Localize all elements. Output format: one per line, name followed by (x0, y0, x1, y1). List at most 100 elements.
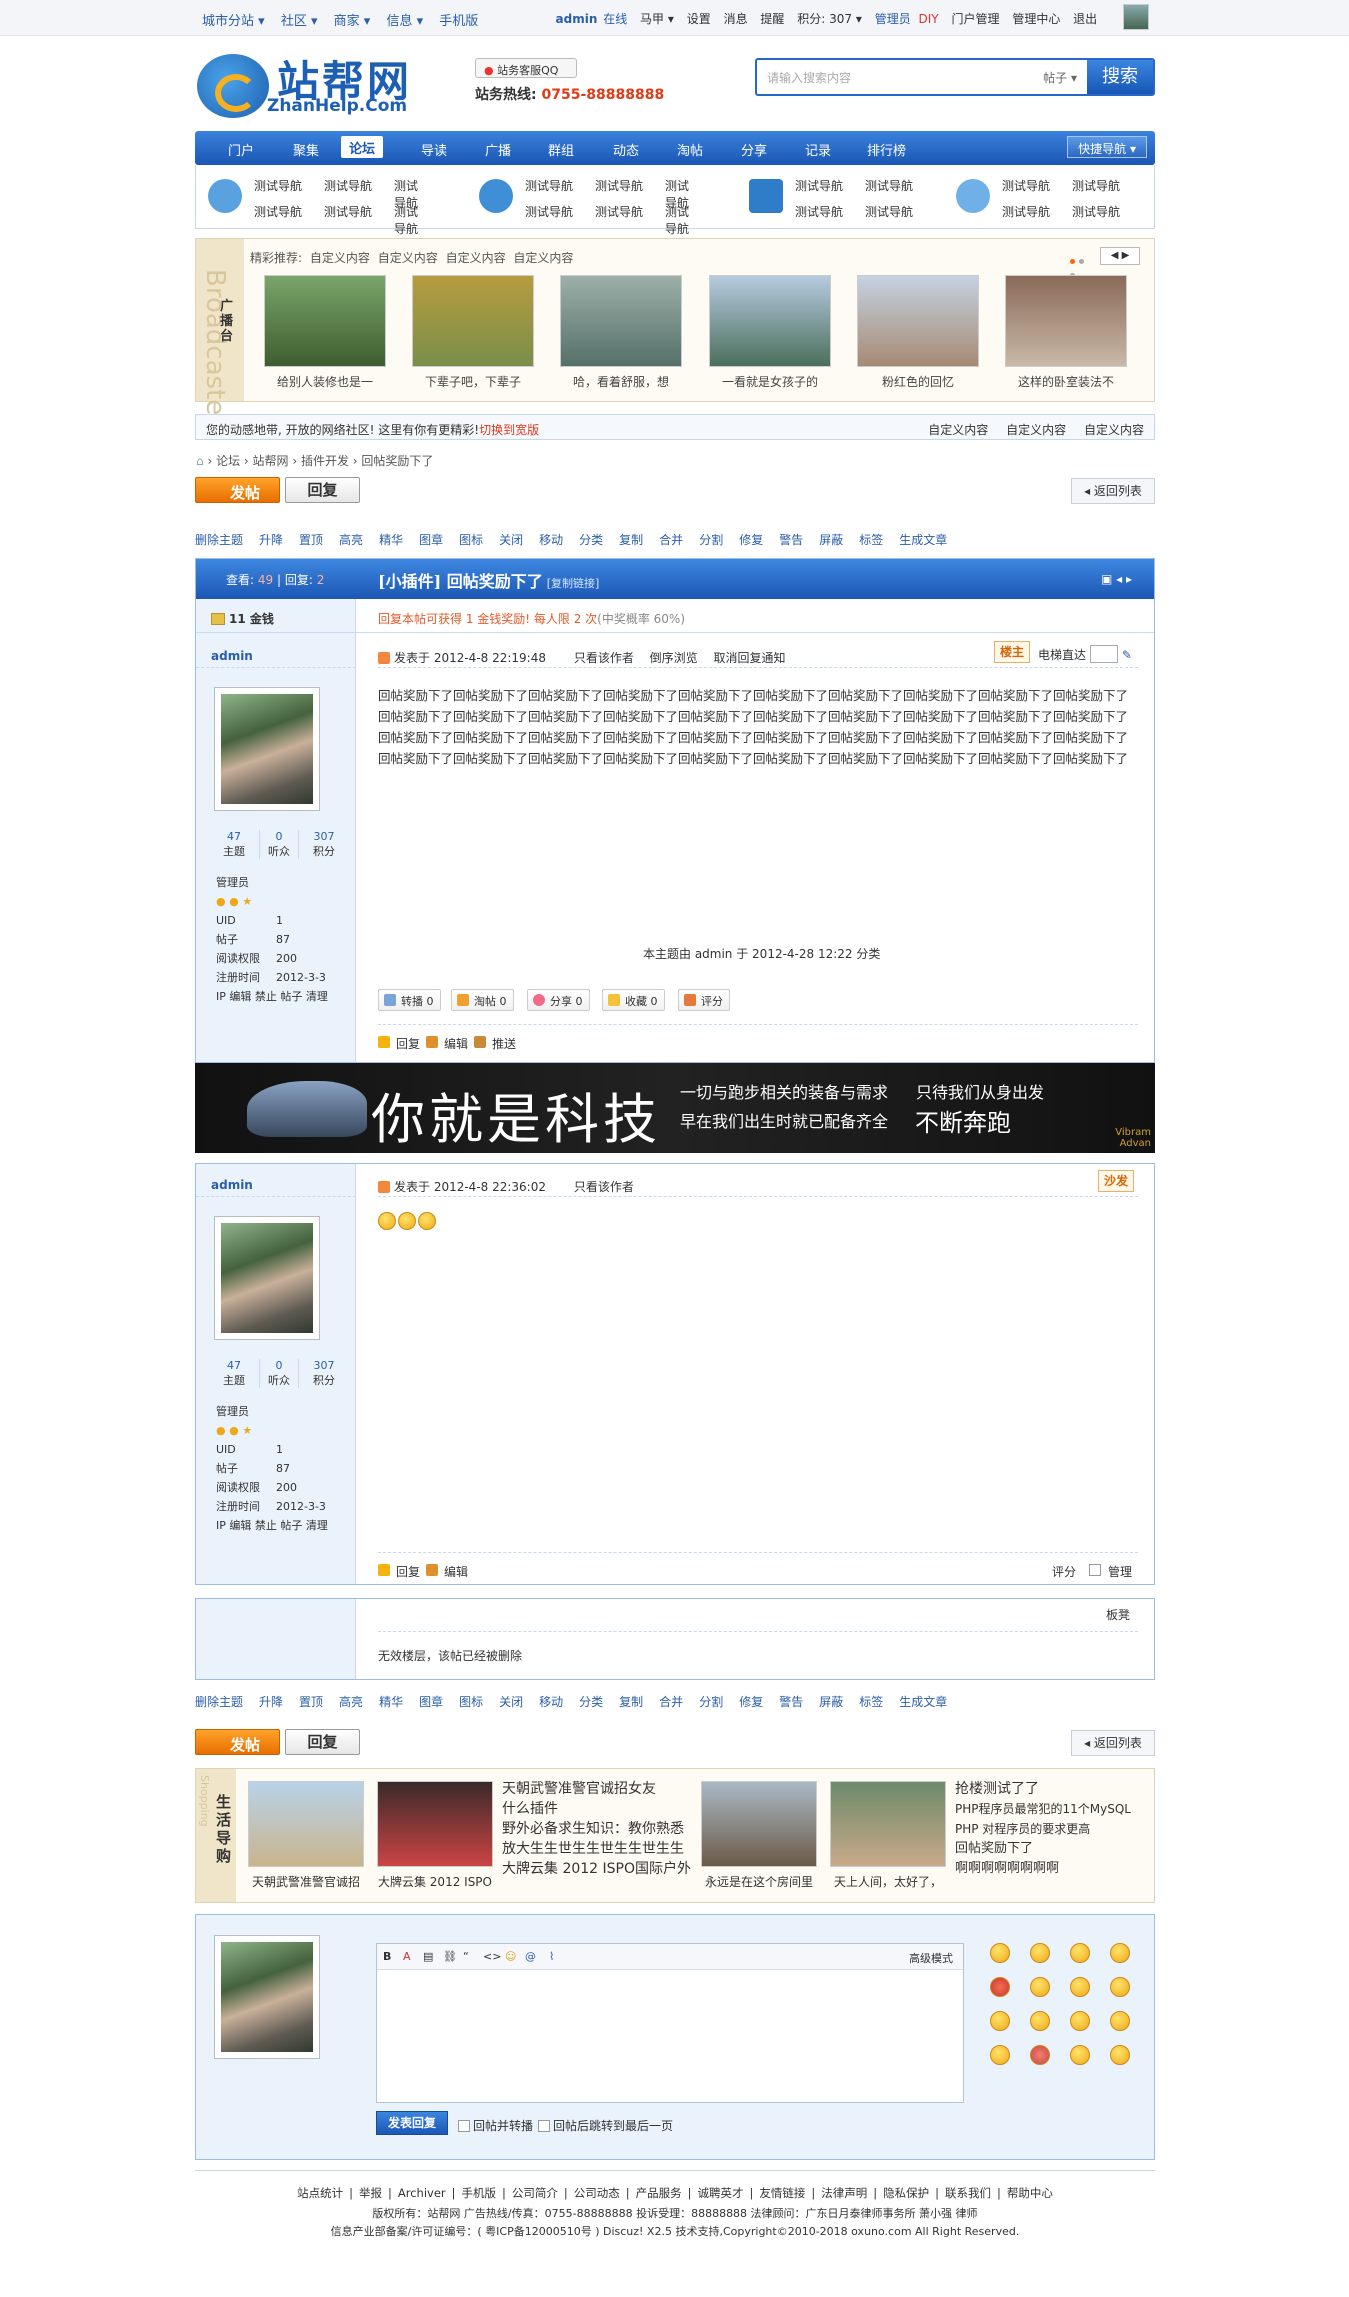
carousel-dots[interactable] (1070, 253, 1092, 278)
showcase-caption[interactable]: 哈，看着舒服，想 (551, 373, 691, 390)
admin-center-link[interactable]: 管理中心 (1012, 12, 1060, 26)
subnav-link[interactable]: 测试导航 (865, 203, 913, 220)
author-avatar[interactable] (214, 687, 320, 811)
share-button[interactable]: 分享 0 (527, 989, 590, 1011)
floor-badge[interactable]: 楼主 (994, 641, 1030, 663)
mod-split[interactable]: 分割 (699, 533, 723, 547)
nav-portal[interactable]: 门户 (228, 140, 254, 159)
subnav-link[interactable]: 测试导航 (254, 203, 302, 220)
post-reply-link[interactable]: 回复 (396, 1035, 420, 1052)
custom-link[interactable]: 自定义内容 (928, 423, 988, 437)
laugh-emoji-icon[interactable] (1110, 1943, 1130, 1963)
credits-menu[interactable]: 积分: 307 ▾ (797, 12, 862, 26)
sleepy-emoji-icon[interactable] (1110, 2045, 1130, 2065)
mod-tag[interactable]: 标签 (859, 533, 883, 547)
mod-warn[interactable]: 警告 (779, 533, 803, 547)
bold-icon[interactable]: B (383, 1950, 391, 1963)
wink-emoji-icon[interactable] (1110, 1977, 1130, 1997)
info-value[interactable]: 87 (276, 930, 290, 949)
reverse-order-link[interactable]: 倒序浏览 (650, 651, 698, 665)
advanced-mode-link[interactable]: 高级模式 (909, 1950, 953, 1966)
angry-emoji-icon[interactable] (990, 1977, 1010, 1997)
mod-highlight[interactable]: 高亮 (339, 533, 363, 547)
quick-nav-button[interactable]: 快捷导航 ▾ (1067, 136, 1147, 158)
mod-close[interactable]: 关闭 (499, 533, 523, 547)
post-edit-link[interactable]: 编辑 (444, 1563, 468, 1580)
search-type-select[interactable]: 帖子 ▾ (1043, 69, 1077, 86)
mod-sticky[interactable]: 置顶 (299, 533, 323, 547)
showcase-caption[interactable]: 给别人装修也是一 (255, 373, 395, 390)
code-icon[interactable]: <> (483, 1950, 501, 1963)
copy-link[interactable]: [复制链接] (547, 577, 600, 590)
post-author[interactable]: admin (211, 649, 253, 663)
subnav-link[interactable]: 测试导航 (254, 177, 302, 194)
nav-guide[interactable]: 导读 (421, 140, 447, 159)
stat-topics[interactable]: 47 主题 (214, 1359, 254, 1388)
new-post-button[interactable]: 发帖 (195, 477, 280, 503)
search-button[interactable]: 搜索 (1087, 60, 1153, 94)
merchant-menu[interactable]: 商家 ▾ (334, 14, 371, 29)
subnav-link[interactable]: 测试导航 (665, 203, 699, 237)
reply-button[interactable]: 回复 (285, 477, 360, 503)
search-input[interactable]: 请输入搜索内容 (767, 69, 851, 86)
subnav-link[interactable]: 测试导航 (865, 177, 913, 194)
crumb-forum[interactable]: 论坛 (216, 454, 240, 468)
mobile-link[interactable]: 手机版 (439, 14, 478, 29)
stat-followers[interactable]: 0 听众 (259, 830, 299, 859)
shop-text-link[interactable]: 什么插件 (502, 1799, 691, 1819)
footer-link[interactable]: 隐私保护 (883, 2186, 929, 2200)
mod-move[interactable]: 移动 (539, 533, 563, 547)
mod-repair[interactable]: 修复 (739, 533, 763, 547)
community-menu[interactable]: 社区 ▾ (281, 14, 318, 29)
shop-caption[interactable]: 天朝武警准警官诚招 (241, 1873, 371, 1890)
post-rate-link[interactable]: 评分 (1052, 1563, 1076, 1580)
at-icon[interactable]: @ (525, 1950, 536, 1963)
footer-link[interactable]: 公司简介 (512, 2186, 558, 2200)
mod-bump[interactable]: 升降 (259, 533, 283, 547)
qq-service-button[interactable]: ● 站务客服QQ (475, 58, 577, 78)
mod-move[interactable]: 移动 (539, 1695, 563, 1709)
shop-text-link[interactable]: 野外必备求生知识：教你熟悉 (502, 1819, 691, 1839)
nav-record[interactable]: 记录 (805, 140, 831, 159)
footer-link[interactable]: 举报 (359, 2186, 382, 2200)
author-group[interactable]: 管理员 (216, 873, 328, 892)
diy-link[interactable]: DIY (919, 12, 939, 26)
carousel-arrows[interactable]: ◀ ▶ (1100, 247, 1140, 265)
custom-link[interactable]: 自定义内容 (310, 251, 370, 265)
shop-text-link[interactable]: 放大生生世生生世生生世生生 (502, 1839, 691, 1859)
shop-text-link[interactable]: 抢楼测试了了 (955, 1779, 1131, 1799)
mod-delete[interactable]: 删除主题 (195, 1695, 243, 1709)
crumb-site[interactable]: 站帮网 (253, 454, 289, 468)
online-status[interactable]: 在线 (603, 12, 627, 26)
reply-avatar[interactable] (214, 1935, 320, 2059)
shop-text-link[interactable]: PHP程序员最常犯的11个MySQL (955, 1799, 1131, 1819)
subnav-link[interactable]: 测试导航 (795, 177, 843, 194)
subnav-link[interactable]: 测试导航 (394, 203, 428, 237)
custom-link[interactable]: 自定义内容 (446, 251, 506, 265)
shop-text-link[interactable]: 回帖奖励下了 (955, 1839, 1131, 1859)
nav-share[interactable]: 分享 (741, 140, 767, 159)
mod-merge[interactable]: 合并 (659, 1695, 683, 1709)
manage-checkbox[interactable] (1089, 1564, 1101, 1576)
footer-link[interactable]: 手机版 (462, 2186, 497, 2200)
showcase-image[interactable] (857, 275, 979, 367)
subnav-link[interactable]: 测试导航 (595, 203, 643, 220)
mod-icon[interactable]: 图标 (459, 533, 483, 547)
stat-credits[interactable]: 307 积分 (304, 830, 344, 859)
jump-input[interactable] (1090, 645, 1119, 663)
showcase-image[interactable] (1005, 275, 1127, 367)
custom-link[interactable]: 自定义内容 (1006, 423, 1066, 437)
subnav-link[interactable]: 测试导航 (324, 203, 372, 220)
alerts-link[interactable]: 提醒 (760, 12, 784, 26)
showcase-image[interactable] (264, 275, 386, 367)
custom-link[interactable]: 自定义内容 (1084, 423, 1144, 437)
grin-emoji-icon[interactable] (1110, 2011, 1130, 2031)
reply-button[interactable]: 回复 (285, 1729, 360, 1755)
settings-link[interactable]: 设置 (687, 12, 711, 26)
only-author-link[interactable]: 只看该作者 (574, 651, 634, 665)
shop-image[interactable] (830, 1781, 946, 1867)
happy-emoji-icon[interactable] (1070, 1977, 1090, 1997)
mod-merge[interactable]: 合并 (659, 533, 683, 547)
link-icon[interactable]: ⛓ (443, 1950, 457, 1963)
mod-delete[interactable]: 删除主题 (195, 533, 243, 547)
